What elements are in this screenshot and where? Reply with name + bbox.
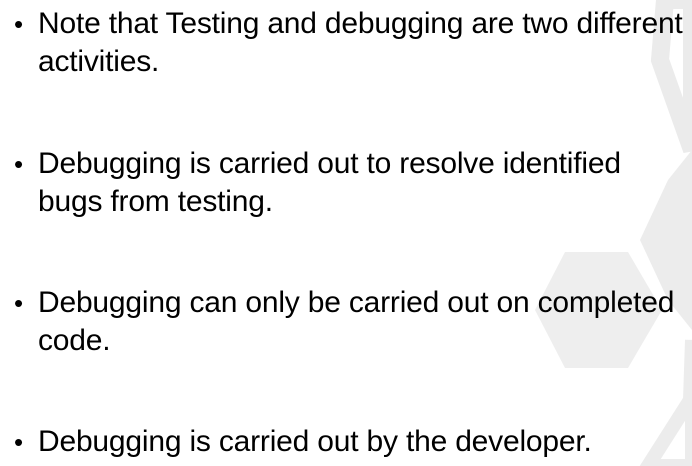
bullet-dot: • <box>14 427 24 457</box>
bullet-dot: • <box>14 288 24 318</box>
bullet-text: Note that Testing and debugging are two … <box>38 7 683 78</box>
bullet-text: Debugging is carried out to resolve iden… <box>38 147 621 218</box>
bullet-list: • Note that Testing and debugging are tw… <box>0 0 692 466</box>
bullet-dot: • <box>14 9 24 39</box>
bullet-dot: • <box>14 149 24 179</box>
bullet-text: Debugging is carried out by the develope… <box>38 425 592 458</box>
bullet-text: Debugging can only be carried out on com… <box>38 286 675 357</box>
